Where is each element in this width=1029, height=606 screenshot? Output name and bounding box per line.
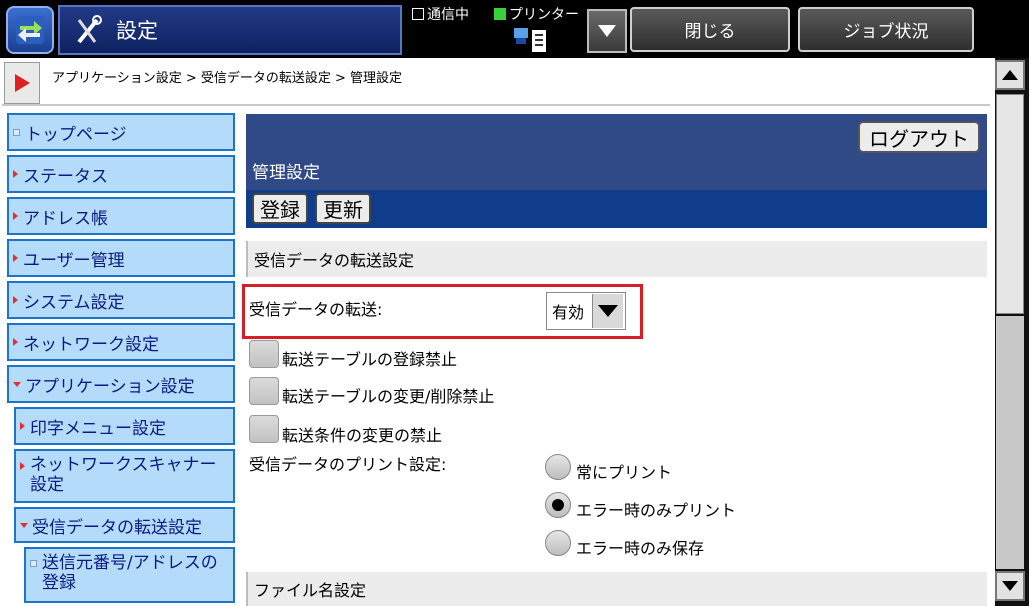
transfer-select-value: 有効 bbox=[552, 303, 585, 322]
dropdown-arrow-icon bbox=[592, 294, 623, 328]
arrow-down-icon bbox=[13, 381, 21, 387]
sidebar-item-label: 送信元番号/アドレスの登録 bbox=[42, 553, 218, 593]
transfer-label: 受信データの転送: bbox=[249, 300, 383, 319]
sidebar-item-label: 印字メニュー設定 bbox=[30, 418, 166, 439]
breadcrumb: アプリケーション設定 > 受信データの転送設定 > 管理設定 bbox=[52, 71, 403, 86]
printer-status-label: プリンター bbox=[509, 7, 579, 23]
arrow-right-icon bbox=[13, 296, 18, 304]
arrow-right-icon bbox=[20, 462, 25, 470]
triangle-up-icon bbox=[1002, 70, 1018, 80]
scrollbar-thumb[interactable] bbox=[996, 94, 1024, 314]
checkbox-label: 転送テーブルの登録禁止 bbox=[282, 350, 458, 369]
square-bullet-icon bbox=[30, 560, 37, 567]
sidebar-item-received-data-forwarding[interactable]: 受信データの転送設定 bbox=[14, 507, 235, 543]
sidebar-item-label: システム設定 bbox=[23, 292, 125, 313]
radio-label: 常にプリント bbox=[576, 463, 673, 482]
printer-status-check-icon bbox=[494, 8, 506, 20]
home-sync-icon bbox=[16, 16, 44, 44]
sidebar-item-label: ユーザー管理 bbox=[23, 250, 125, 271]
home-button[interactable] bbox=[6, 6, 54, 54]
section-header-filename: ファイル名設定 bbox=[246, 572, 987, 606]
radio-always-print[interactable] bbox=[545, 454, 571, 480]
sidebar-item-label: 受信データの転送設定 bbox=[32, 517, 202, 538]
sidebar-item-network-settings[interactable]: ネットワーク設定 bbox=[7, 323, 235, 361]
transfer-select[interactable]: 有効 bbox=[546, 292, 626, 330]
comm-status-label: 通信中 bbox=[427, 7, 469, 23]
triangle-down-icon bbox=[1002, 581, 1018, 591]
arrow-right-icon bbox=[13, 212, 18, 220]
comm-status: 通信中 bbox=[412, 4, 469, 24]
checkbox-forward-condition-edit-prohibit[interactable] bbox=[249, 415, 279, 443]
arrow-right-icon bbox=[13, 170, 18, 178]
logout-button[interactable]: ログアウト bbox=[858, 121, 980, 153]
scroll-up-button[interactable] bbox=[995, 60, 1025, 90]
close-button[interactable]: 閉じる bbox=[630, 7, 790, 52]
arrow-right-icon bbox=[20, 422, 25, 430]
sidebar-item-user-management[interactable]: ユーザー管理 bbox=[7, 239, 235, 277]
radio-label: エラー時のみプリント bbox=[576, 501, 737, 520]
radio-selected-dot bbox=[552, 499, 564, 511]
arrow-right-icon bbox=[13, 338, 18, 346]
arrow-right-icon bbox=[13, 254, 18, 262]
checkbox-forward-table-edit-prohibit[interactable] bbox=[249, 377, 279, 405]
sidebar-item-label: アドレス帳 bbox=[23, 208, 108, 229]
play-arrow-icon bbox=[15, 74, 30, 92]
sidebar-item-top-page[interactable]: トップページ bbox=[7, 113, 235, 151]
sidebar-item-label: ネットワーク設定 bbox=[23, 334, 159, 355]
refresh-button[interactable]: 更新 bbox=[315, 193, 371, 224]
sidebar-item-sender-address-registration[interactable]: 送信元番号/アドレスの登録 bbox=[24, 547, 235, 603]
square-bullet-icon bbox=[13, 128, 20, 136]
checkbox-forward-table-register-prohibit[interactable] bbox=[249, 340, 279, 368]
sidebar-item-label: アプリケーション設定 bbox=[25, 376, 195, 397]
app-title-box: 設定 bbox=[58, 5, 402, 55]
comm-status-checkbox-icon bbox=[412, 8, 424, 20]
sidebar-item-application-settings[interactable]: アプリケーション設定 bbox=[7, 365, 235, 403]
app-title: 設定 bbox=[116, 19, 158, 43]
sidebar-item-system-settings[interactable]: システム設定 bbox=[7, 281, 235, 319]
printer-status: プリンター bbox=[494, 4, 579, 24]
arrow-down-icon bbox=[20, 522, 28, 528]
scroll-down-button[interactable] bbox=[995, 571, 1025, 601]
sidebar-item-label: ステータス bbox=[23, 166, 108, 187]
section-header-forwarding: 受信データの転送設定 bbox=[246, 241, 987, 277]
scrollbar-track-lower[interactable] bbox=[996, 316, 1024, 569]
print-setting-label: 受信データのプリント設定: bbox=[249, 455, 447, 474]
radio-print-on-error[interactable] bbox=[545, 492, 571, 518]
status-dropdown-button[interactable] bbox=[587, 9, 627, 53]
register-button[interactable]: 登録 bbox=[252, 193, 308, 224]
checkbox-label: 転送テーブルの変更/削除禁止 bbox=[282, 387, 495, 406]
sidebar-item-print-menu-settings[interactable]: 印字メニュー設定 bbox=[14, 407, 235, 445]
radio-save-on-error[interactable] bbox=[545, 530, 571, 556]
sidebar-item-label: トップページ bbox=[25, 124, 127, 145]
job-status-button[interactable]: ジョブ状況 bbox=[798, 7, 974, 52]
breadcrumb-toggle-button[interactable] bbox=[4, 62, 40, 104]
sidebar-item-label: ネットワークスキャナー設定 bbox=[30, 455, 217, 495]
radio-label: エラー時のみ保存 bbox=[576, 539, 705, 558]
checkbox-label: 転送条件の変更の禁止 bbox=[282, 426, 443, 445]
tools-icon bbox=[66, 14, 110, 46]
sidebar-item-address-book[interactable]: アドレス帳 bbox=[7, 197, 235, 235]
printer-icon bbox=[512, 24, 548, 54]
page-title: 管理設定 bbox=[252, 163, 320, 183]
sidebar-item-status[interactable]: ステータス bbox=[7, 155, 235, 193]
sidebar-item-network-scanner-settings[interactable]: ネットワークスキャナー設定 bbox=[14, 449, 235, 503]
triangle-down-icon bbox=[598, 25, 616, 37]
